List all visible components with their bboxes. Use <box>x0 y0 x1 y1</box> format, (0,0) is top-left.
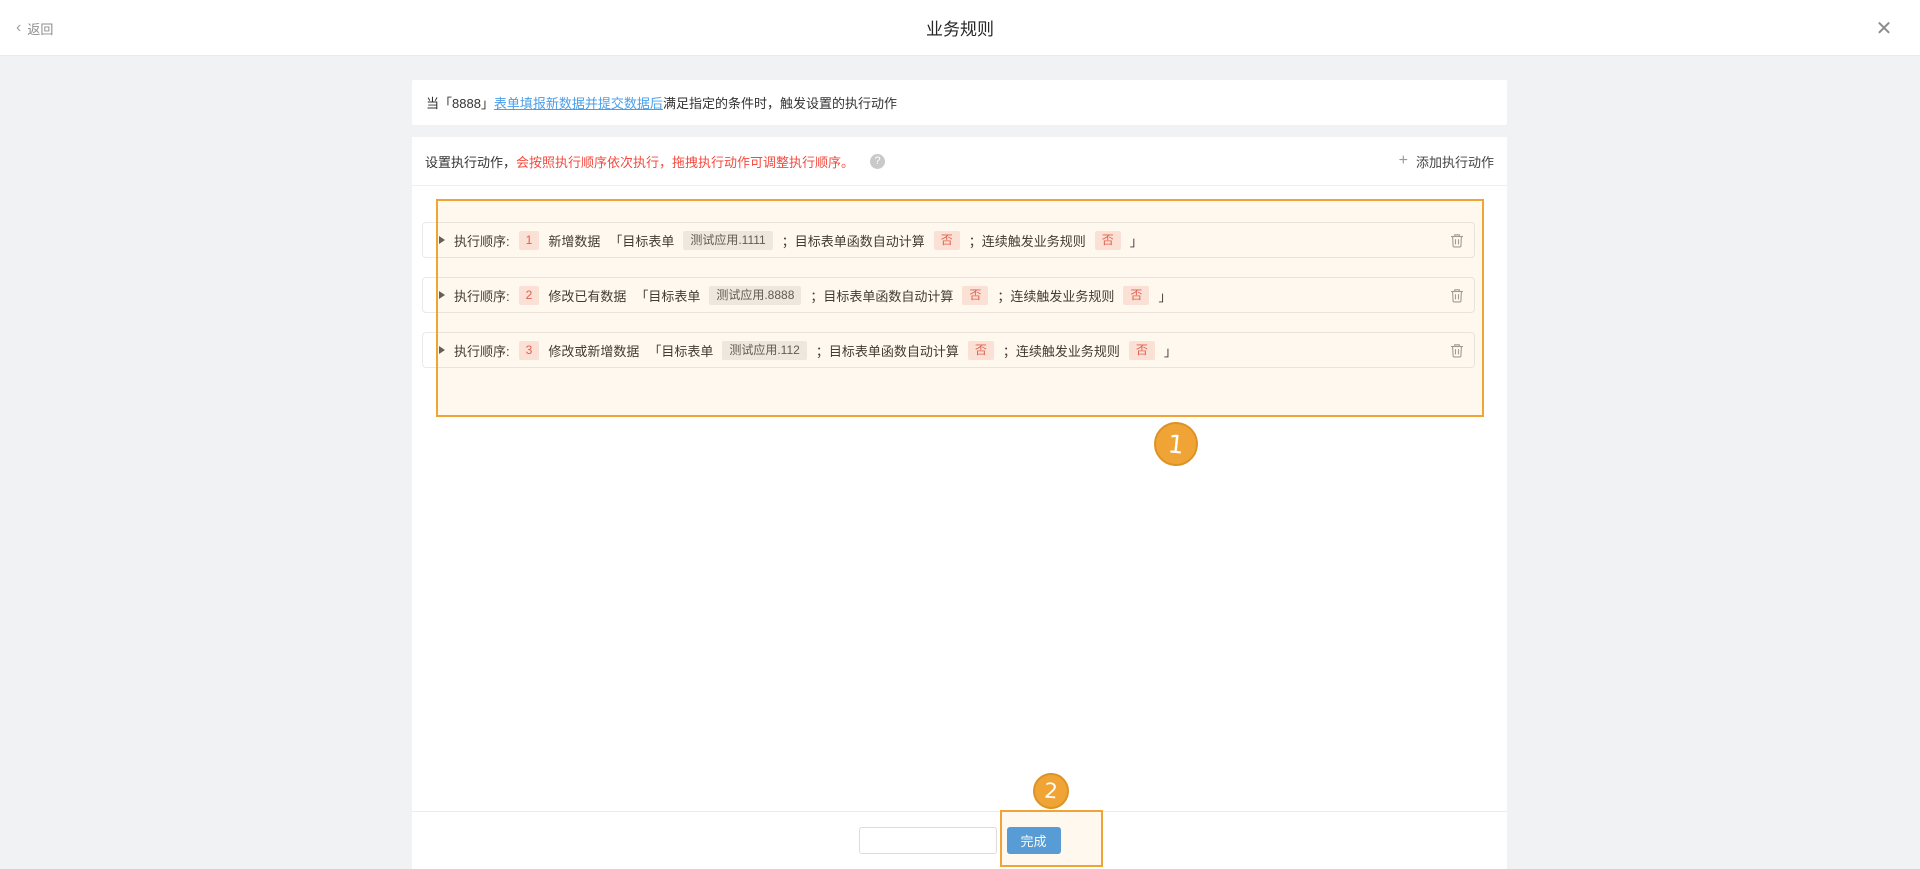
bracket-close: 」 <box>1164 341 1177 360</box>
cancel-button[interactable] <box>859 827 997 854</box>
rule-row[interactable]: 执行顺序: 3 修改或新增数据 「目标表单 测试应用.112 ；目标表单函数自动… <box>422 332 1475 368</box>
trash-icon[interactable] <box>1450 343 1464 358</box>
actions-title: 设置执行动作， <box>425 152 516 171</box>
order-badge: 2 <box>519 286 540 305</box>
business-rules-page: ‹ 返回 业务规则 ✕ 当「8888」 表单填报新数据并提交数据后 满足指定的条… <box>0 0 1920 869</box>
expand-caret-icon[interactable] <box>439 291 445 299</box>
action-type: 新增数据 <box>548 231 600 250</box>
order-label: 执行顺序: <box>454 341 510 360</box>
target-form-label: 「目标表单 <box>635 286 700 305</box>
order-label: 执行顺序: <box>454 286 510 305</box>
actions-title-warning: 会按照执行顺序依次执行，拖拽执行动作可调整执行顺序。 <box>516 152 854 171</box>
chain-label: ；连续触发业务规则 <box>997 286 1114 305</box>
condition-prefix: 当「8888」 <box>426 93 494 112</box>
expand-caret-icon[interactable] <box>439 346 445 354</box>
condition-suffix: 满足指定的条件时，触发设置的执行动作 <box>663 93 897 112</box>
panel-footer: 完成 <box>412 811 1507 869</box>
order-badge: 1 <box>519 231 540 250</box>
target-form-label: 「目标表单 <box>648 341 713 360</box>
app-header: ‹ 返回 业务规则 ✕ <box>0 0 1920 56</box>
page-title: 业务规则 <box>0 15 1920 40</box>
chain-value-badge: 否 <box>1095 231 1121 250</box>
rules-list: 执行顺序: 1 新增数据 「目标表单 测试应用.1111 ；目标表单函数自动计算… <box>412 186 1507 368</box>
actions-panel-header: 设置执行动作， 会按照执行顺序依次执行，拖拽执行动作可调整执行顺序。 ? + 添… <box>412 137 1507 186</box>
condition-trigger-link[interactable]: 表单填报新数据并提交数据后 <box>494 93 663 112</box>
func-label: ；目标表单函数自动计算 <box>816 341 959 360</box>
trash-icon[interactable] <box>1450 288 1464 303</box>
close-icon[interactable]: ✕ <box>1870 14 1898 42</box>
func-value-badge: 否 <box>968 341 994 360</box>
order-label: 执行顺序: <box>454 231 510 250</box>
func-label: ；目标表单函数自动计算 <box>782 231 925 250</box>
chain-label: ；连续触发业务规则 <box>969 231 1086 250</box>
bracket-close: 」 <box>1158 286 1171 305</box>
help-icon[interactable]: ? <box>870 154 885 169</box>
bracket-close: 」 <box>1130 231 1143 250</box>
rule-row[interactable]: 执行顺序: 2 修改已有数据 「目标表单 测试应用.8888 ；目标表单函数自动… <box>422 277 1475 313</box>
order-badge: 3 <box>519 341 540 360</box>
chain-label: ；连续触发业务规则 <box>1003 341 1120 360</box>
target-form-badge: 测试应用.112 <box>722 341 806 360</box>
func-value-badge: 否 <box>934 231 960 250</box>
plus-icon: + <box>1399 153 1408 169</box>
target-form-badge: 测试应用.8888 <box>709 286 801 305</box>
rule-row[interactable]: 执行顺序: 1 新增数据 「目标表单 测试应用.1111 ；目标表单函数自动计算… <box>422 222 1475 258</box>
actions-panel: 设置执行动作， 会按照执行顺序依次执行，拖拽执行动作可调整执行顺序。 ? + 添… <box>412 137 1507 869</box>
target-form-label: 「目标表单 <box>609 231 674 250</box>
condition-banner: 当「8888」 表单填报新数据并提交数据后 满足指定的条件时，触发设置的执行动作 <box>412 80 1507 125</box>
add-action-button[interactable]: + 添加执行动作 <box>1399 152 1494 171</box>
chain-value-badge: 否 <box>1123 286 1149 305</box>
expand-caret-icon[interactable] <box>439 236 445 244</box>
func-value-badge: 否 <box>962 286 988 305</box>
chain-value-badge: 否 <box>1129 341 1155 360</box>
action-type: 修改或新增数据 <box>548 341 639 360</box>
trash-icon[interactable] <box>1450 233 1464 248</box>
action-type: 修改已有数据 <box>548 286 626 305</box>
done-button[interactable]: 完成 <box>1007 827 1061 854</box>
func-label: ；目标表单函数自动计算 <box>810 286 953 305</box>
target-form-badge: 测试应用.1111 <box>683 231 772 250</box>
add-action-label: 添加执行动作 <box>1416 152 1494 171</box>
